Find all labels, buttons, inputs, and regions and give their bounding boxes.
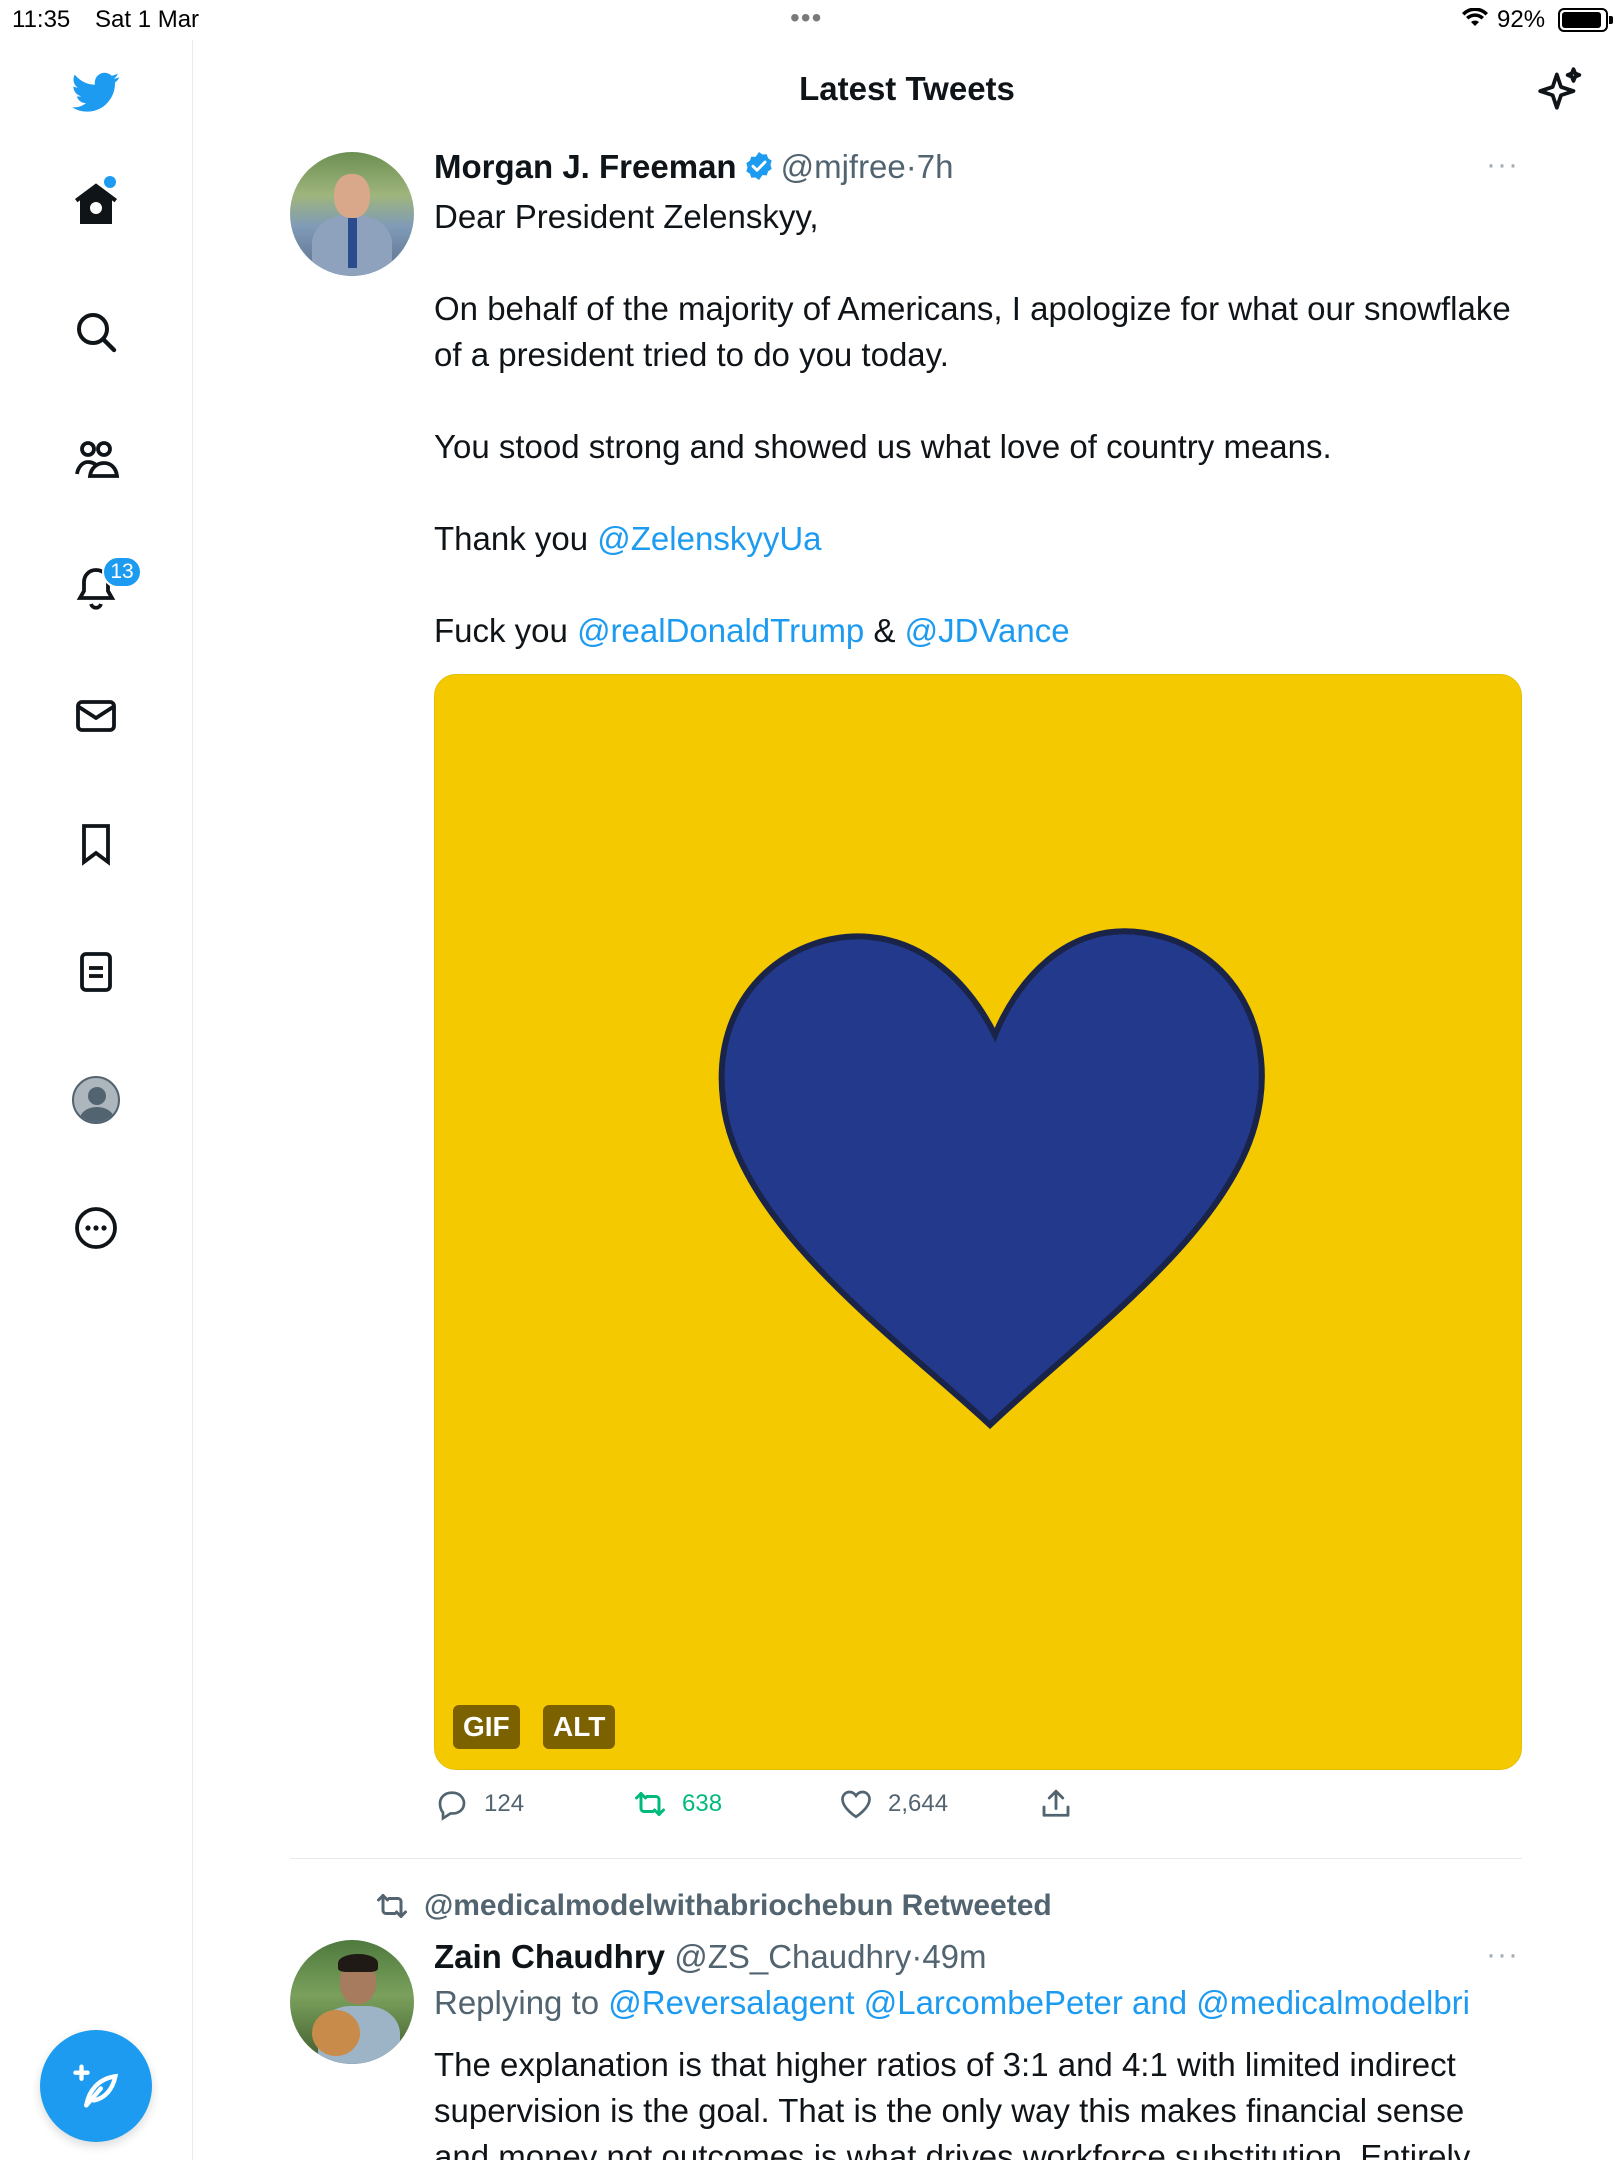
tweet-text-segment: Thank you: [434, 520, 598, 557]
author-handle[interactable]: @mjfree: [781, 148, 906, 185]
reply-icon: [438, 1791, 466, 1821]
alt-text-button[interactable]: ALT: [543, 1705, 616, 1749]
profile-avatar: [72, 1076, 120, 1124]
search-icon: [77, 313, 117, 353]
retweet-count: 638: [682, 1790, 723, 1817]
sparkle-icon[interactable]: [1536, 64, 1586, 114]
retweet-icon: [377, 1894, 407, 1918]
reply-button[interactable]: 124: [434, 1786, 524, 1822]
tweet-paragraph: You stood strong and showed us what love…: [434, 428, 1332, 465]
status-time: 11:35: [12, 6, 71, 33]
like-count: 2,644: [888, 1790, 949, 1817]
compose-feather-icon: [73, 2064, 119, 2108]
tweet-text-segment: Fuck you: [434, 612, 578, 649]
tweet-more-options-icon[interactable]: ···: [1486, 148, 1519, 182]
replying-to-label: Replying to: [434, 1984, 609, 2021]
like-button[interactable]: 2,644: [838, 1786, 948, 1822]
status-bar: 11:35 Sat 1 Mar ••• 92%: [0, 0, 1620, 40]
tweet-header: Zain Chaudhry @ZS_Chaudhry·49m: [434, 1938, 987, 1976]
envelope-icon: [76, 700, 116, 732]
tweet-text: Dear President Zelenskyy, On behalf of t…: [434, 194, 1534, 654]
sidebar-item-messages[interactable]: [60, 680, 132, 752]
communities-icon: [75, 441, 120, 478]
notification-count-badge: 13: [102, 556, 142, 588]
tweet-author-avatar[interactable]: [290, 152, 414, 276]
tweet-text-segment: &: [864, 612, 905, 649]
multitasking-dots-icon[interactable]: •••: [790, 2, 822, 34]
heart-icon: [841, 1790, 871, 1819]
retweet-button[interactable]: 638: [632, 1786, 722, 1822]
header-separator: ·: [905, 148, 917, 185]
sidebar-item-communities[interactable]: [60, 424, 132, 496]
sidebar-item-search[interactable]: [60, 296, 132, 368]
sidebar-item-more[interactable]: [60, 1192, 132, 1264]
battery-icon: [1558, 8, 1613, 32]
sidebar-item-bookmarks[interactable]: [60, 808, 132, 880]
sidebar-nav: 13: [0, 40, 193, 2160]
list-icon: [80, 952, 112, 992]
wifi-icon: [1462, 8, 1488, 26]
page-title: Latest Tweets: [799, 70, 1015, 107]
retweet-icon: [635, 1792, 665, 1816]
tweet-text: The explanation is that higher ratios of…: [434, 2046, 1471, 2160]
sidebar-item-notifications[interactable]: 13: [60, 552, 142, 624]
header-separator: ·: [911, 1938, 923, 1975]
tweet-paragraph: Fuck you @realDonaldTrump & @JDVance: [434, 608, 1534, 654]
tweet-header: Morgan J. Freeman @mjfree·7h: [434, 148, 953, 186]
share-button[interactable]: [1038, 1786, 1074, 1822]
retweeted-by-label: @medicalmodelwithabriochebun Retweeted: [424, 1889, 1052, 1922]
tweet-divider: [290, 1858, 1522, 1859]
status-date: Sat 1 Mar: [95, 6, 200, 33]
bookmark-icon: [82, 824, 110, 866]
gif-badge: GIF: [453, 1705, 520, 1749]
timeline-header: Latest Tweets: [194, 40, 1620, 140]
tweet-timestamp[interactable]: 7h: [917, 148, 954, 185]
home-unread-dot: [104, 176, 116, 188]
replying-to-line: Replying to @Reversalagent @LarcombePete…: [434, 1984, 1470, 2022]
tweet-gif-media[interactable]: GIF ALT: [434, 674, 1522, 1770]
reply-count: 124: [484, 1790, 525, 1817]
more-circle-icon: [75, 1207, 117, 1249]
author-handle[interactable]: @ZS_Chaudhry: [674, 1938, 911, 1975]
sidebar-item-home[interactable]: [60, 168, 132, 240]
sidebar-item-lists[interactable]: [60, 936, 132, 1008]
verified-badge-icon: [745, 152, 772, 180]
author-name[interactable]: Zain Chaudhry: [434, 1938, 665, 1975]
replying-to-mentions[interactable]: @Reversalagent @LarcombePeter and @medic…: [608, 1984, 1470, 2021]
author-name[interactable]: Morgan J. Freeman: [434, 148, 737, 185]
share-icon: [1042, 1789, 1070, 1817]
battery-percentage: 92%: [1497, 6, 1546, 33]
tweet-timestamp[interactable]: 49m: [922, 1938, 986, 1975]
tweet-author-avatar[interactable]: [290, 1940, 414, 2064]
tweet-more-options-icon[interactable]: ···: [1486, 1938, 1519, 1972]
retweeted-by-row[interactable]: @medicalmodelwithabriochebun Retweeted: [372, 1888, 1052, 1924]
compose-tweet-button[interactable]: [40, 2030, 152, 2142]
mention-link[interactable]: @ZelenskyyUa: [597, 520, 821, 557]
tweet-paragraph: On behalf of the majority of Americans, …: [434, 290, 1511, 373]
twitter-logo-icon[interactable]: [60, 56, 132, 128]
sidebar-item-profile[interactable]: [60, 1064, 132, 1136]
blue-heart-image: [718, 928, 1265, 1430]
tweet-paragraph: Dear President Zelenskyy,: [434, 198, 819, 235]
tweet-paragraph: Thank you @ZelenskyyUa: [434, 516, 1534, 562]
mention-link[interactable]: @JDVance: [905, 612, 1070, 649]
mention-link[interactable]: @realDonaldTrump: [577, 612, 864, 649]
